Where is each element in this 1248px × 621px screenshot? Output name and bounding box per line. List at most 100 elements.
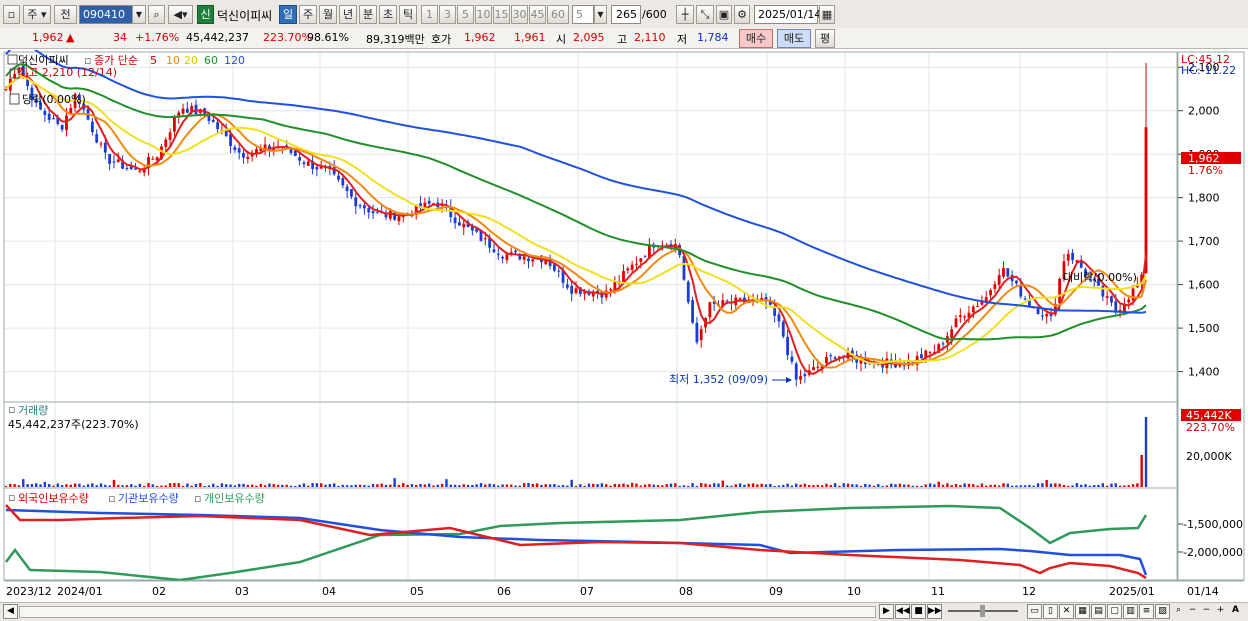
candle-body (354, 197, 358, 207)
price-tick-label: 1,600 (1188, 279, 1220, 292)
candle-body (108, 153, 112, 164)
volume-bar (1110, 483, 1113, 487)
chevron-down-icon[interactable]: ▼ (132, 5, 146, 24)
volume-bar (967, 483, 971, 487)
scroll-right-icon[interactable]: ▶ (879, 604, 894, 619)
volume-bar (803, 483, 807, 487)
candle-body (13, 73, 17, 78)
volume-bar (289, 485, 293, 487)
candle-body (971, 306, 975, 313)
draw-line-icon[interactable]: ⤡ (696, 5, 714, 24)
candle-body (993, 284, 997, 289)
stock-chart[interactable]: 2,1002,0001,9001,8001,7001,6001,5001,400… (0, 50, 1248, 602)
rewind-icon[interactable]: ◀◀ (895, 604, 910, 619)
zoom-search-icon[interactable]: ⌕ (1171, 604, 1186, 619)
candle-body (65, 115, 68, 131)
search-icon[interactable]: ⌕ (148, 5, 165, 24)
candle-body (125, 168, 129, 170)
list-icon[interactable]: ≡ (1139, 604, 1154, 619)
interval-day-button[interactable]: 일 (279, 5, 297, 24)
x-axis-label: 06 (497, 585, 511, 598)
minute-3-button[interactable]: 3 (439, 5, 456, 24)
interval-year-button[interactable]: 년 (339, 5, 357, 24)
volume-bar (661, 485, 664, 487)
print-icon[interactable]: ▤ (1091, 604, 1106, 619)
window-icon[interactable]: ▫ (3, 5, 20, 24)
chart-icon[interactable]: ▨ (1155, 604, 1170, 619)
holdings-pane-menu-icon[interactable]: ▫ (8, 491, 15, 504)
interval-second-button[interactable]: 초 (379, 5, 397, 24)
zoom-slider-handle[interactable] (980, 605, 985, 617)
x-axis-label: 08 (679, 585, 693, 598)
minute-1-button[interactable]: 1 (421, 5, 438, 24)
volume-bar (212, 483, 215, 487)
copy-icon[interactable]: ▢ (1107, 604, 1122, 619)
buy-button[interactable]: 매수 (739, 29, 773, 48)
volume-bar (972, 484, 975, 487)
minus-icon[interactable]: − (1199, 604, 1214, 619)
count-input[interactable]: 265 (611, 5, 641, 24)
eval-button[interactable]: 평 (815, 29, 835, 48)
calendar-icon[interactable]: ▦ (819, 5, 835, 24)
x-axis-label: 05 (410, 585, 424, 598)
plus-icon[interactable]: + (1213, 604, 1228, 619)
scroll-track[interactable] (19, 606, 876, 618)
custom-interval-chevron-icon[interactable]: ▼ (594, 5, 607, 24)
save-icon[interactable]: ▣ (716, 5, 732, 24)
gear-icon[interactable]: ⚙ (734, 5, 750, 24)
candle-icon[interactable]: ┼ (676, 5, 694, 24)
volume-pane-menu-icon[interactable]: ▫ (8, 403, 15, 416)
minute-5-button[interactable]: 5 (457, 5, 474, 24)
minute-15-button[interactable]: 15 (493, 5, 510, 24)
interval-month-button[interactable]: 월 (319, 5, 337, 24)
volume-bar (915, 485, 919, 487)
stock-name: 덕신이피씨 (217, 9, 273, 23)
volume-bar (795, 483, 798, 487)
minute-45-button[interactable]: 45 (529, 5, 546, 24)
minute-30-button[interactable]: 30 (511, 5, 528, 24)
volume-bar (142, 485, 146, 487)
minute-10-button[interactable]: 10 (475, 5, 492, 24)
custom-interval-input[interactable]: 5 (572, 5, 594, 24)
candle-body (246, 157, 250, 159)
volume-bar (1032, 485, 1035, 487)
volume-bar (26, 484, 29, 487)
volume-bar (933, 484, 936, 487)
speaker-icon[interactable]: ◀▾ (168, 5, 193, 24)
date-input[interactable]: 2025/01/14 (754, 5, 821, 24)
grid-icon[interactable]: ▦ (1075, 604, 1090, 619)
volume-bar (1140, 455, 1143, 487)
candle-body (138, 170, 142, 172)
holdings-tick-1: -1,500,000 (1183, 518, 1243, 531)
open: 2,095 (573, 31, 605, 44)
volume-bar (924, 484, 927, 487)
table-view-icon[interactable]: ▥ (1123, 604, 1138, 619)
font-size-icon[interactable]: A (1228, 604, 1243, 619)
interval-week-button[interactable]: 주 (299, 5, 317, 24)
layout-icon[interactable]: ▭ (1027, 604, 1042, 619)
zoom-out-icon[interactable]: − (1185, 604, 1200, 619)
volume-bar (281, 484, 284, 487)
period-prefix-button[interactable]: 전 (54, 5, 77, 24)
volume-bar (1105, 485, 1109, 487)
volume-bar (229, 484, 232, 487)
split-icon[interactable]: ▯ (1043, 604, 1058, 619)
volume-bar (130, 484, 133, 487)
code-input[interactable]: 090410 (79, 5, 139, 24)
volume-bar (466, 484, 470, 487)
interval-tick-button[interactable]: 틱 (399, 5, 417, 24)
scroll-left-icon[interactable]: ◀ (3, 604, 18, 619)
market-select[interactable]: 주 ▾ (23, 5, 51, 24)
volume-bar (65, 484, 68, 487)
volume-bar (1028, 484, 1031, 487)
minute-60-button[interactable]: 60 (547, 5, 569, 24)
interval-minute-button[interactable]: 분 (359, 5, 377, 24)
volume-bar (561, 485, 565, 487)
sell-button[interactable]: 매도 (777, 29, 811, 48)
volume-bar (432, 485, 435, 487)
crosshair-icon[interactable]: ✕ (1059, 604, 1074, 619)
volume-bar (997, 485, 1001, 487)
volume-bar (30, 484, 34, 487)
fast-forward-icon[interactable]: ▶▶ (927, 604, 942, 619)
stop-icon[interactable]: ■ (911, 604, 926, 619)
